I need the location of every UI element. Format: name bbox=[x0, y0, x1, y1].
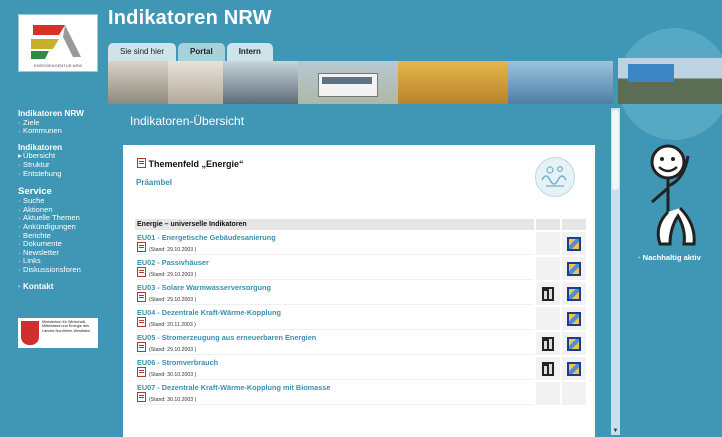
banner-photo-architecture bbox=[108, 61, 168, 104]
pdf-icon[interactable] bbox=[137, 367, 146, 377]
bar-chart-icon[interactable] bbox=[542, 337, 554, 351]
indicator-link-eu06[interactable]: EU06 - Stromverbrauch bbox=[137, 358, 532, 367]
header-banner bbox=[108, 61, 613, 104]
table-header-chart bbox=[536, 219, 560, 230]
table-row: EU03 - Solare Warmwasserversorgung (Stan… bbox=[135, 282, 586, 305]
right-banner-photo bbox=[618, 58, 722, 104]
scrollbar-thumb[interactable] bbox=[612, 110, 619, 190]
ministry-logo[interactable]: Ministerium für Wirtschaft, Mittelstand … bbox=[18, 318, 98, 348]
pdf-icon[interactable] bbox=[137, 267, 146, 277]
mascot-figure-icon bbox=[650, 144, 696, 246]
table-row: EU04 - Dezentrale Kraft-Wärme-Kopplung (… bbox=[135, 307, 586, 330]
site-title: Indikatoren NRW bbox=[108, 7, 272, 29]
left-navigation: Indikatoren NRW Ziele Kommunen Indikator… bbox=[18, 109, 113, 292]
ministry-text: Ministerium für Wirtschaft, Mittelstand … bbox=[42, 320, 91, 333]
banner-photo-sign bbox=[398, 61, 508, 104]
pdf-icon[interactable] bbox=[137, 317, 146, 327]
table-row: EU07 - Dezentrale Kraft-Wärme-Kopplung m… bbox=[135, 382, 586, 405]
content-panel: Themenfeld „Energie“ Präambel Energie – … bbox=[123, 145, 595, 437]
banner-photo-bus bbox=[298, 61, 398, 104]
table-row: EU06 - Stromverbrauch (Stand: 30.10.2003… bbox=[135, 357, 586, 380]
bar-chart-icon[interactable] bbox=[542, 287, 554, 301]
tab-intern[interactable]: Intern bbox=[226, 43, 273, 61]
banner-photo-crowd bbox=[223, 61, 298, 104]
nachhaltig-aktiv-label: Nachhaltig aktiv bbox=[642, 253, 701, 262]
nav-item-kommunen[interactable]: Kommunen bbox=[18, 127, 113, 136]
pdf-icon[interactable] bbox=[137, 158, 146, 168]
chart-cell bbox=[536, 257, 560, 280]
map-icon[interactable] bbox=[567, 237, 581, 251]
map-icon[interactable] bbox=[567, 287, 581, 301]
stand-date: (Stand: 29.10.2003 ) bbox=[149, 347, 197, 353]
stand-date: (Stand: 29.10.2003 ) bbox=[149, 247, 197, 253]
stand-date: (Stand: 30.10.2003 ) bbox=[149, 372, 197, 378]
chart-cell bbox=[536, 382, 560, 405]
chart-cell bbox=[536, 232, 560, 255]
table-header-map bbox=[562, 219, 586, 230]
tab-portal[interactable]: Portal bbox=[178, 43, 225, 61]
tab-sie-sind-hier[interactable]: Sie sind hier bbox=[108, 43, 177, 61]
energy-theme-icon bbox=[535, 157, 575, 197]
map-icon[interactable] bbox=[567, 262, 581, 276]
scroll-down-arrow-icon[interactable]: ▼ bbox=[611, 426, 620, 436]
page-title: Indikatoren-Übersicht bbox=[130, 114, 245, 128]
nav-item-kontakt[interactable]: Kontakt bbox=[18, 282, 113, 292]
nrw-crest-icon bbox=[21, 321, 39, 345]
bar-chart-icon[interactable] bbox=[542, 362, 554, 376]
map-cell bbox=[562, 382, 586, 405]
stand-date: (Stand: 29.10.2003 ) bbox=[149, 297, 197, 303]
indicator-link-eu04[interactable]: EU04 - Dezentrale Kraft-Wärme-Kopplung bbox=[137, 308, 532, 317]
indicator-table: Energie – universelle Indikatoren EU01 -… bbox=[133, 217, 588, 407]
nav-item-entstehung[interactable]: Entstehung bbox=[18, 169, 113, 179]
nachhaltig-aktiv-link[interactable]: · Nachhaltig aktiv bbox=[638, 253, 701, 262]
table-row: EU02 - Passivhäuser (Stand: 29.10.2003 ) bbox=[135, 257, 586, 280]
stand-date: (Stand: 30.10.2003 ) bbox=[149, 397, 197, 403]
energieagentur-logo[interactable]: ENERGIEAGENTUR.NRW bbox=[18, 14, 98, 72]
pdf-icon[interactable] bbox=[137, 342, 146, 352]
stand-date: (Stand: 20.11.2003 ) bbox=[149, 322, 196, 328]
pdf-icon[interactable] bbox=[137, 392, 146, 402]
nav-item-diskussionsforen[interactable]: Diskussionsforen bbox=[18, 265, 113, 275]
pdf-icon[interactable] bbox=[137, 292, 146, 302]
indicator-link-eu02[interactable]: EU02 - Passivhäuser bbox=[137, 258, 532, 267]
table-row: EU01 - Energetische Gebäudesanierung (St… bbox=[135, 232, 586, 255]
banner-photo-street bbox=[168, 61, 223, 104]
logo-icon: ENERGIEAGENTUR.NRW bbox=[31, 25, 82, 68]
map-icon[interactable] bbox=[567, 362, 581, 376]
theme-title: Themenfeld „Energie“ bbox=[137, 158, 244, 169]
table-header-title: Energie – universelle Indikatoren bbox=[135, 219, 534, 230]
praembel-link[interactable]: Präambel bbox=[136, 178, 172, 187]
indicator-link-eu07[interactable]: EU07 - Dezentrale Kraft-Wärme-Kopplung m… bbox=[137, 383, 532, 392]
table-row: EU05 - Stromerzeugung aus erneuerbaren E… bbox=[135, 332, 586, 355]
logo-text: ENERGIEAGENTUR.NRW bbox=[34, 63, 82, 68]
banner-photo-billboard bbox=[508, 61, 613, 104]
pdf-icon[interactable] bbox=[137, 242, 146, 252]
map-icon[interactable] bbox=[567, 312, 581, 326]
chart-cell bbox=[536, 307, 560, 330]
indicator-link-eu05[interactable]: EU05 - Stromerzeugung aus erneuerbaren E… bbox=[137, 333, 532, 342]
stand-date: (Stand: 29.10.2003 ) bbox=[149, 272, 197, 278]
indicator-link-eu01[interactable]: EU01 - Energetische Gebäudesanierung bbox=[137, 233, 532, 242]
map-icon[interactable] bbox=[567, 337, 581, 351]
indicator-link-eu03[interactable]: EU03 - Solare Warmwasserversorgung bbox=[137, 283, 532, 292]
theme-title-text: Themenfeld „Energie“ bbox=[148, 159, 244, 169]
main-tabs: Sie sind hier Portal Intern bbox=[108, 43, 273, 61]
